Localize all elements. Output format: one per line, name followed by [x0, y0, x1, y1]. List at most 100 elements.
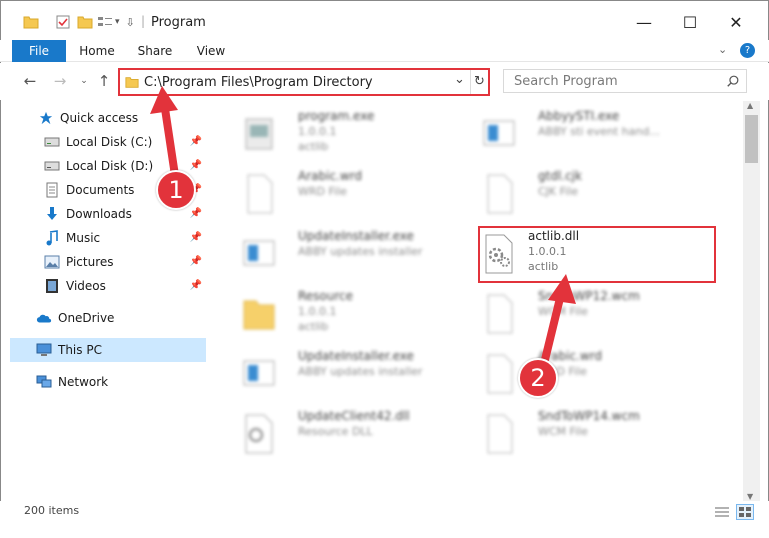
cloud-icon — [36, 310, 52, 326]
pin-icon: 📌 — [189, 136, 202, 147]
customize-qa-button[interactable]: ▾ ⇩ — [97, 13, 135, 31]
computer-icon — [36, 342, 52, 358]
drive-icon — [44, 158, 60, 174]
minimize-button[interactable]: — — [621, 7, 667, 37]
step-1-badge: 1 — [156, 170, 196, 210]
file-item[interactable]: SndToWP12.wcm WCM File — [458, 283, 698, 339]
window-title: Program — [151, 15, 206, 30]
tab-home[interactable]: Home — [74, 40, 120, 62]
refresh-button[interactable]: ↻ — [470, 70, 488, 94]
file-name: gtdl.cjk — [538, 169, 582, 183]
search-box[interactable]: Search Program — [503, 69, 747, 93]
sidebar-item-network[interactable]: Network — [10, 370, 206, 394]
sidebar-item-this-pc[interactable]: This PC — [10, 338, 206, 362]
forward-button[interactable]: → — [50, 71, 70, 91]
file-name: AbbyySTI.exe — [538, 109, 620, 123]
sidebar-item-label: Pictures — [66, 255, 114, 269]
details-view-button[interactable] — [714, 505, 730, 519]
folder-icon — [125, 77, 139, 88]
sidebar-item-music[interactable]: Music 📌 — [10, 226, 206, 250]
tab-share[interactable]: Share — [132, 40, 178, 62]
file-item[interactable]: Resource 1.0.0.1 actlib — [218, 283, 458, 339]
recent-locations-button[interactable]: ⌄ — [74, 71, 94, 91]
sidebar-item-label: Local Disk (C:) — [66, 135, 153, 149]
videos-icon — [44, 278, 60, 294]
tiles-view-button[interactable] — [736, 504, 754, 520]
file-item[interactable]: Arabic.wrd WRD File — [218, 163, 458, 219]
expand-ribbon-button[interactable]: ⌄ — [718, 43, 727, 56]
help-button[interactable]: ? — [740, 43, 755, 58]
search-input[interactable]: Search Program — [514, 74, 618, 89]
tab-file[interactable]: File — [12, 40, 66, 62]
ribbon-tabs: File Home Share View ⌄ ? — [0, 40, 769, 62]
sidebar-item-local-disk-c[interactable]: Local Disk (C:) 📌 — [10, 130, 206, 154]
file-detail: WCM File — [538, 425, 588, 438]
address-dropdown-icon[interactable]: ⌄ — [454, 72, 465, 87]
details-view-icon — [715, 507, 729, 517]
close-icon: ✕ — [729, 12, 743, 32]
document-file-icon — [487, 294, 513, 334]
pin-icon: 📌 — [189, 232, 202, 243]
up-button[interactable]: ↑ — [94, 71, 114, 91]
list-icon — [98, 17, 112, 26]
maximize-button[interactable]: ☐ — [667, 7, 713, 37]
file-item[interactable]: UpdateInstaller.exe ABBY updates install… — [218, 223, 458, 279]
tab-view[interactable]: View — [190, 40, 232, 62]
file-detail: CJK File — [538, 185, 579, 198]
sidebar-item-videos[interactable]: Videos 📌 — [10, 274, 206, 298]
title-bar: ▾ ⇩ | Program — ☐ ✕ — [0, 0, 769, 40]
exe-file-icon — [245, 118, 273, 150]
file-detail: 1.0.0.1 — [298, 305, 337, 318]
file-item[interactable]: UpdateInstaller.exe ABBY updates install… — [218, 343, 458, 399]
file-item[interactable]: AbbyySTI.exe ABBY sti event hand... — [458, 103, 698, 159]
folder-icon — [23, 16, 39, 29]
download-icon — [44, 206, 60, 222]
drive-icon — [44, 134, 60, 150]
file-item[interactable]: gtdl.cjk CJK File — [458, 163, 698, 219]
properties-icon — [56, 15, 70, 29]
file-item[interactable]: program.exe 1.0.0.1 actlib — [218, 103, 458, 159]
title-separator: | — [141, 14, 146, 28]
folder-icon — [243, 300, 275, 330]
sidebar-item-onedrive[interactable]: OneDrive — [10, 306, 206, 330]
new-folder-button[interactable] — [77, 13, 93, 31]
scroll-thumb[interactable] — [745, 115, 758, 163]
back-button[interactable]: ← — [20, 71, 40, 91]
pin-icon: 📌 — [189, 280, 202, 291]
documents-icon — [44, 182, 60, 198]
highlight-box — [478, 226, 716, 283]
sidebar-item-label: Quick access — [60, 111, 139, 125]
pictures-icon — [44, 254, 60, 270]
file-item[interactable]: SndToWP14.wcm WCM File — [458, 403, 698, 459]
pin-icon: 📌 — [189, 160, 202, 171]
sidebar-item-label: Downloads — [66, 207, 132, 221]
file-item[interactable]: Arabic.wrd WRD File — [458, 343, 698, 399]
minimize-icon: — — [636, 12, 652, 32]
sidebar-item-quick-access[interactable]: Quick access — [10, 106, 206, 130]
file-detail: 1.0.0.1 — [298, 125, 337, 138]
pin-icon: 📌 — [189, 208, 202, 219]
network-icon — [36, 374, 52, 390]
file-detail: WRD File — [298, 185, 347, 198]
properties-button[interactable] — [55, 13, 71, 31]
address-bar[interactable]: C:\Program Files\Program Directory ⌄ ↻ — [118, 68, 490, 96]
navigation-row: ← → ⌄ ↑ C:\Program Files\Program Directo… — [0, 63, 769, 100]
navigation-pane: Quick access Local Disk (C:) 📌 Local Dis… — [10, 101, 208, 501]
file-detail: ABBY updates installer — [298, 365, 423, 378]
file-item[interactable]: UpdateClient42.dll Resource DLL — [218, 403, 458, 459]
scroll-up-icon[interactable]: ▲ — [747, 101, 753, 110]
vertical-scrollbar[interactable]: ▲ ▼ — [743, 101, 760, 501]
pin-icon: 📌 — [189, 256, 202, 267]
sidebar-item-pictures[interactable]: Pictures 📌 — [10, 250, 206, 274]
star-icon — [38, 110, 54, 126]
document-file-icon — [247, 174, 273, 214]
scroll-down-icon[interactable]: ▼ — [747, 492, 753, 501]
dll-file-icon — [245, 414, 273, 454]
close-button[interactable]: ✕ — [713, 7, 759, 37]
step-2-number: 2 — [530, 364, 546, 392]
forward-arrow-icon: → — [53, 72, 67, 90]
file-name: UpdateInstaller.exe — [298, 349, 414, 363]
sidebar-item-label: OneDrive — [58, 311, 115, 325]
file-name: UpdateClient42.dll — [298, 409, 410, 423]
document-file-icon — [487, 414, 513, 454]
